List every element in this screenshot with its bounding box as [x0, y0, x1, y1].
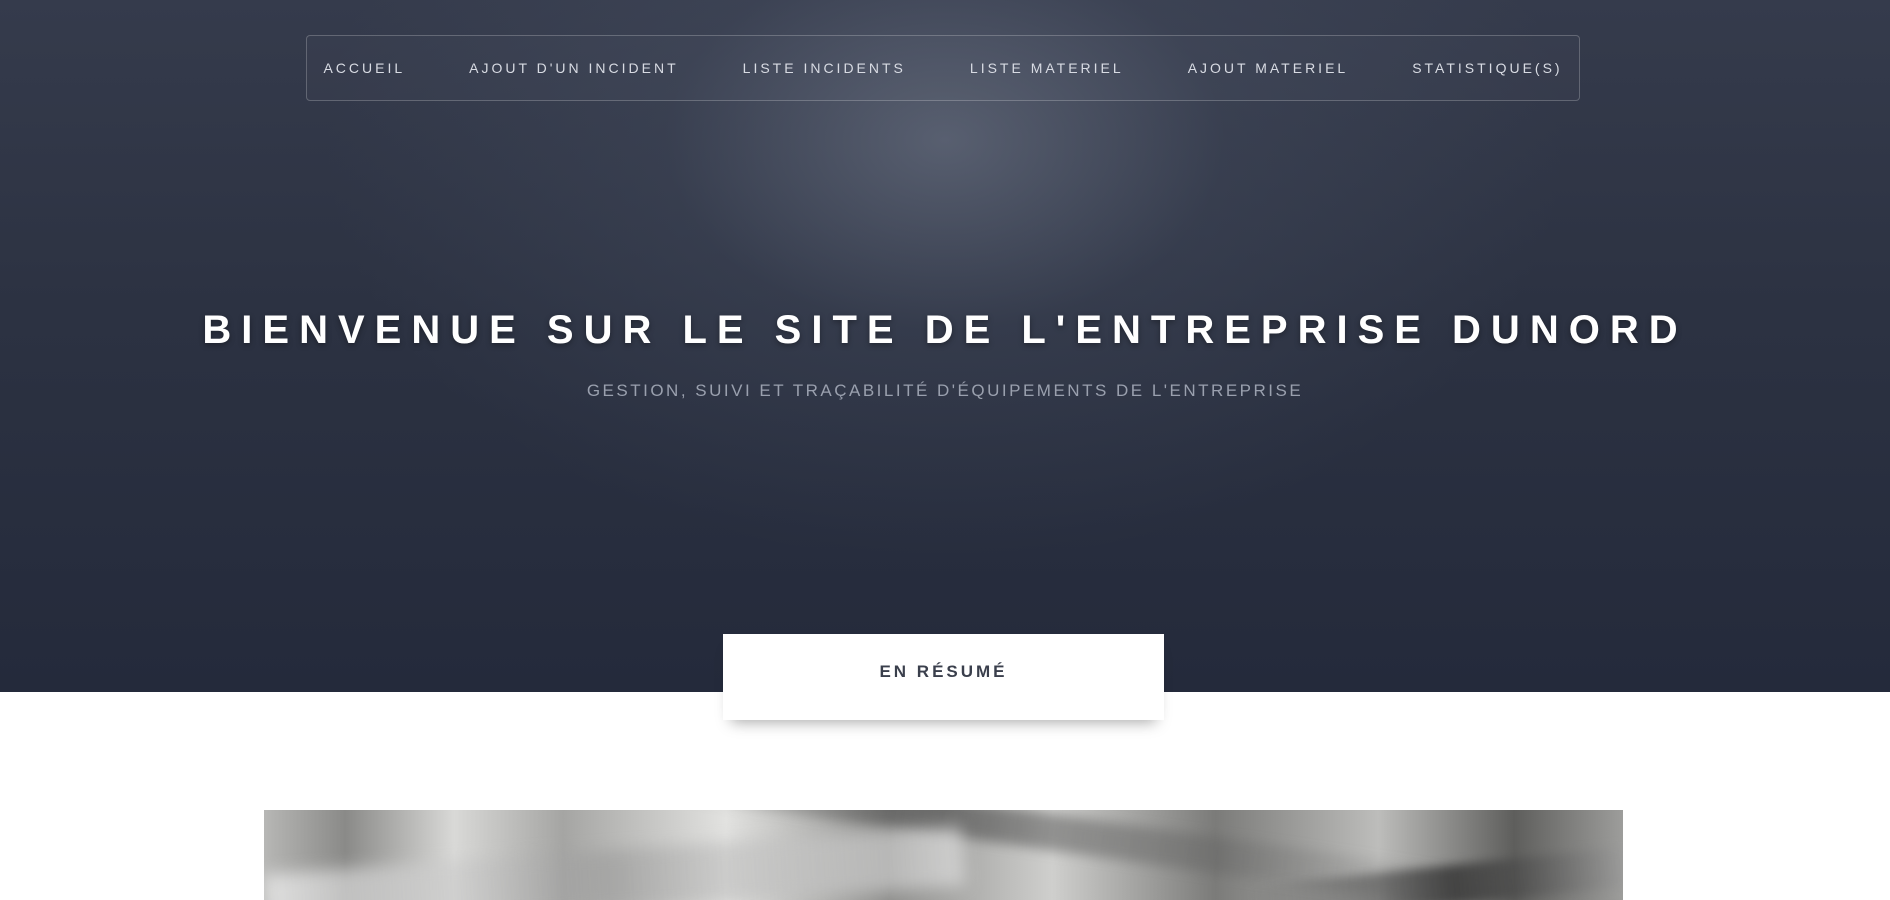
- nav-item-accueil[interactable]: ACCUEIL: [291, 60, 437, 76]
- nav-item-liste-materiel[interactable]: LISTE MATERIEL: [938, 60, 1156, 76]
- section-photo: [264, 810, 1623, 900]
- section-tab[interactable]: EN RÉSUMÉ: [723, 634, 1164, 720]
- nav-item-liste-incidents[interactable]: LISTE INCIDENTS: [711, 60, 938, 76]
- page-title: BIENVENUE SUR LE SITE DE L'ENTREPRISE DU…: [202, 308, 1688, 352]
- page-subtitle: GESTION, SUIVI ET TRAÇABILITÉ D'ÉQUIPEME…: [586, 381, 1304, 400]
- section-tab-label[interactable]: EN RÉSUMÉ: [879, 662, 1007, 682]
- hero-banner: ACCUEIL AJOUT D'UN INCIDENT LISTE INCIDE…: [0, 0, 1890, 692]
- nav-item-ajout-incident[interactable]: AJOUT D'UN INCIDENT: [437, 60, 711, 76]
- nav-item-ajout-materiel[interactable]: AJOUT MATERIEL: [1156, 60, 1381, 76]
- page: ACCUEIL AJOUT D'UN INCIDENT LISTE INCIDE…: [0, 0, 1890, 900]
- photo-blur-detail: [264, 825, 966, 900]
- nav-item-statistiques[interactable]: STATISTIQUE(S): [1380, 60, 1594, 76]
- main-nav: ACCUEIL AJOUT D'UN INCIDENT LISTE INCIDE…: [306, 35, 1580, 101]
